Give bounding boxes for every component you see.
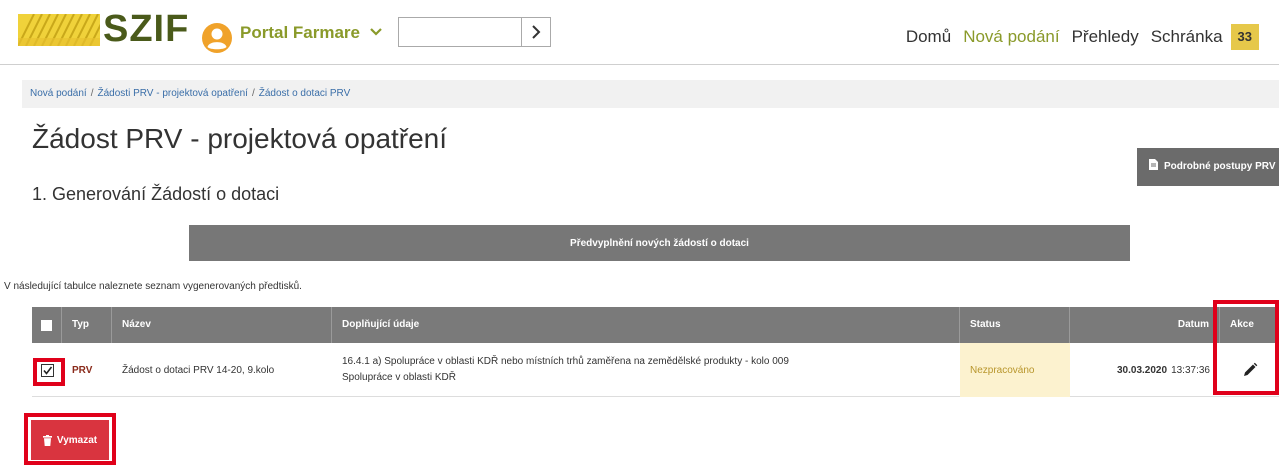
nav-item-domu[interactable]: Domů (906, 27, 951, 47)
szif-logo-stripes-icon (18, 14, 100, 46)
delete-button-label: Vymazat (56, 434, 98, 446)
breadcrumb-separator: / (90, 88, 94, 99)
row-date-cell: 30.03.2020 13:37:36 (1070, 343, 1220, 397)
nav-item-schranka[interactable]: Schránka (1151, 27, 1223, 47)
nav-item-nova-podani[interactable]: Nová podání (963, 27, 1059, 47)
portal-farmare-menu[interactable]: Portal Farmare (240, 23, 360, 43)
nav-item-prehledy[interactable]: Přehledy (1072, 27, 1139, 47)
procedures-button-label: Podrobné postupy PRV (1164, 161, 1276, 172)
chevron-down-icon[interactable] (369, 22, 383, 42)
page-title: Žádost PRV - projektová opatření (32, 123, 448, 154)
document-icon (1149, 159, 1158, 170)
row-name: Žádost o dotaci PRV 14-20, 9.kolo (122, 364, 275, 376)
row-details-line-2: Spolupráce v oblasti KDŘ (342, 372, 456, 383)
row-date: 30.03.2020 (1117, 364, 1168, 376)
main-nav: Domů Nová podání Přehledy Schránka 33 (894, 24, 1259, 50)
select-all-checkbox[interactable] (41, 319, 52, 331)
header-akce: Akce (1230, 319, 1254, 330)
inbox-count-badge[interactable]: 33 (1230, 24, 1259, 50)
applications-table: Typ Název Doplňující údaje Status Datum … (32, 307, 1279, 397)
edit-pencil-icon[interactable] (1242, 362, 1258, 378)
prefill-new-applications-button[interactable]: Předvyplnění nových žádostí o dotaci (189, 225, 1130, 261)
row-checkbox[interactable] (41, 363, 54, 377)
search-box (398, 17, 551, 47)
row-details-line-1: 16.4.1 a) Spolupráce v oblasti KDŘ nebo … (342, 356, 789, 367)
row-select-cell (32, 343, 62, 397)
checkmark-icon (43, 366, 53, 375)
header-nazev[interactable]: Název (112, 307, 332, 343)
breadcrumb-separator: / (251, 88, 255, 99)
search-input[interactable] (399, 18, 519, 46)
section-title: 1. Generování Žádostí o dotaci (32, 184, 280, 204)
header-status[interactable]: Status (960, 307, 1070, 343)
breadcrumb: Nová podání / Žádosti PRV - projektová opa… (22, 80, 1279, 108)
row-status: Nezpracováno (960, 343, 1070, 397)
table-header: Typ Název Doplňující údaje Status Datum … (32, 307, 1279, 343)
chevron-right-icon (532, 25, 541, 39)
search-submit-button[interactable] (521, 18, 550, 46)
table-row: PRV Žádost o dotaci PRV 14-20, 9.kolo 16… (32, 343, 1279, 397)
breadcrumb-item-zadosti-prv[interactable]: Žádosti PRV - projektová opatření (98, 88, 248, 99)
breadcrumb-item-zadost-o-dotaci[interactable]: Žádost o dotaci PRV (259, 88, 351, 99)
top-header: SZIF Portal Farmare Domů Nová podání Pře… (0, 0, 1279, 65)
header-typ[interactable]: Typ (62, 307, 112, 343)
user-icon[interactable] (202, 23, 232, 53)
header-datum[interactable]: Datum (1070, 307, 1220, 343)
header-doplnujici-udaje[interactable]: Doplňující údaje (332, 307, 960, 343)
szif-logo-text[interactable]: SZIF (103, 9, 189, 49)
row-details: 16.4.1 a) Spolupráce v oblasti KDŘ nebo … (332, 343, 960, 397)
trash-icon (42, 434, 52, 446)
procedures-button[interactable]: Podrobné postupy PRV (1137, 148, 1279, 186)
header-select-all-cell (32, 307, 62, 343)
breadcrumb-item-nova-podani[interactable]: Nová podání (30, 88, 87, 99)
row-type: PRV (72, 364, 93, 376)
row-actions-cell (1220, 343, 1279, 397)
row-time: 13:37:36 (1171, 364, 1210, 376)
delete-button[interactable]: Vymazat (31, 420, 109, 460)
table-intro-text: V následující tabulce naleznete seznam v… (4, 281, 302, 292)
